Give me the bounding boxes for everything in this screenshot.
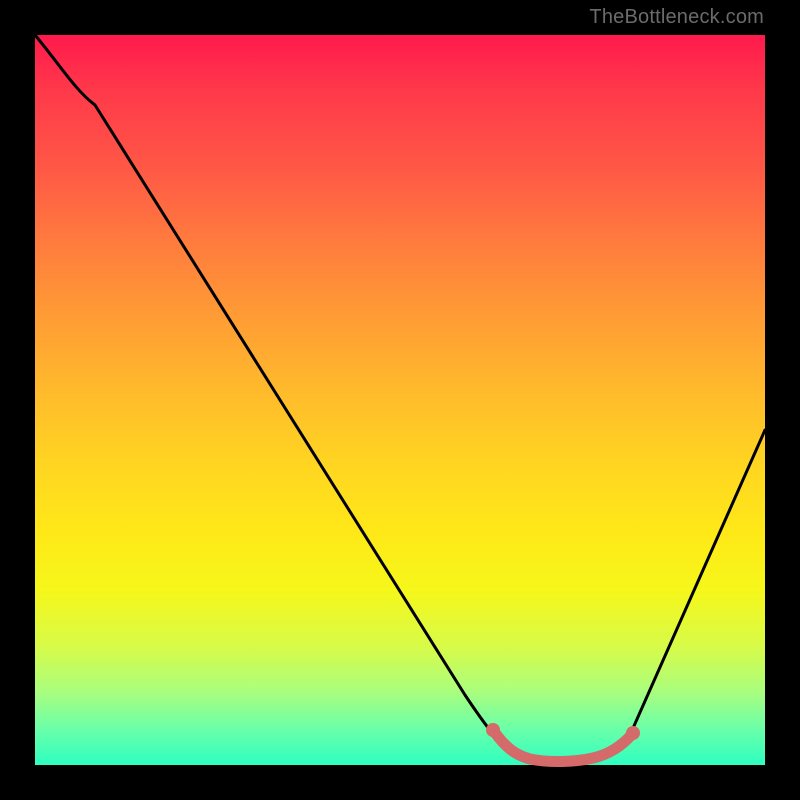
chart-container: TheBottleneck.com	[0, 0, 800, 800]
bottleneck-curve-svg	[35, 35, 765, 765]
trough-highlight	[493, 730, 633, 762]
bottleneck-curve	[35, 35, 765, 760]
trough-left-dot-icon	[486, 723, 500, 737]
plot-area	[35, 35, 765, 765]
watermark-text: TheBottleneck.com	[589, 6, 764, 29]
trough-right-dot-icon	[626, 726, 640, 740]
